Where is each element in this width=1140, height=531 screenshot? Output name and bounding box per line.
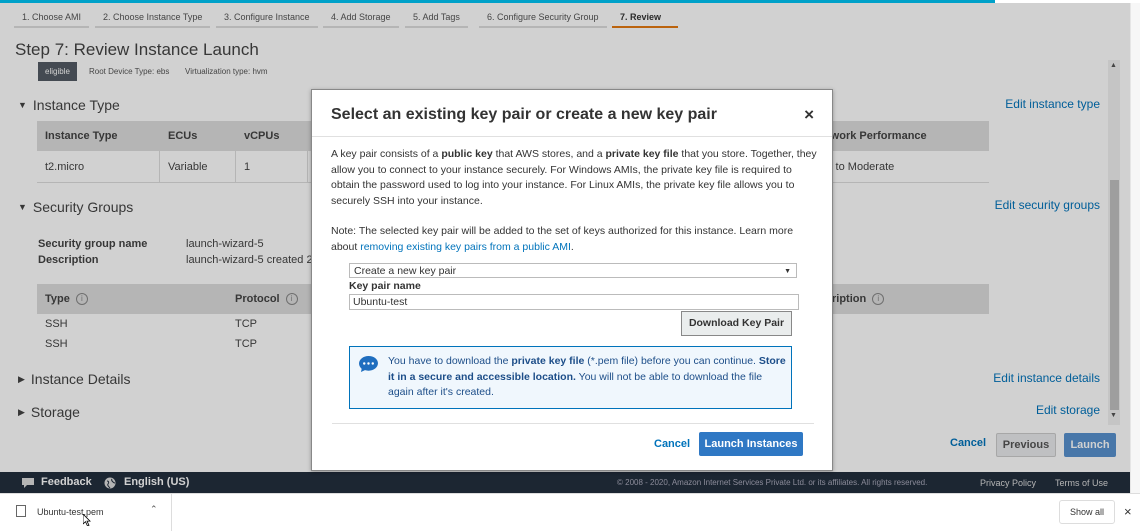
modal-divider <box>312 136 832 137</box>
text-fragment: that AWS stores, and a <box>492 148 606 160</box>
key-pair-modal: Select an existing key pair or create a … <box>311 89 833 471</box>
modal-footer-divider <box>332 423 814 424</box>
launch-instances-button[interactable]: Launch Instances <box>699 432 803 456</box>
text-fragment: . <box>570 240 574 253</box>
download-warning-text: You have to download the private key fil… <box>388 354 788 401</box>
select-value: Create a new key pair <box>354 265 457 277</box>
modal-cancel-button[interactable]: Cancel <box>654 438 690 450</box>
key-pair-name-label: Key pair name <box>349 280 421 292</box>
key-pair-option-select[interactable]: Create a new key pair ▼ <box>349 263 797 278</box>
text-fragment-bold: private key file <box>511 355 585 367</box>
close-icon[interactable]: × <box>1124 504 1132 519</box>
key-pair-explanation: A key pair consists of a public key that… <box>331 147 817 209</box>
close-icon[interactable]: × <box>804 105 814 125</box>
mouse-cursor-icon <box>83 514 91 526</box>
text-fragment: You have to download the <box>388 355 512 367</box>
key-pair-name-input[interactable]: Ubuntu-test <box>349 294 799 310</box>
text-fragment: (*.pem file) before you can continue. <box>584 355 759 367</box>
download-file-name[interactable]: Ubuntu-test.pem <box>37 507 104 517</box>
downloads-bar: Ubuntu-test.pem ⌃ Show all × <box>0 493 1140 531</box>
download-key-pair-button[interactable]: Download Key Pair <box>681 311 792 336</box>
text-fragment-bold: private key file <box>605 148 679 160</box>
chevron-up-icon[interactable]: ⌃ <box>150 504 158 515</box>
chat-bubble-icon <box>359 355 378 373</box>
dropdown-arrow-icon: ▼ <box>784 268 791 275</box>
window-scrollbar[interactable] <box>1130 3 1140 493</box>
text-fragment-bold: public key <box>441 148 493 160</box>
file-icon <box>16 505 26 517</box>
key-pair-note: Note: The selected key pair will be adde… <box>331 224 817 255</box>
download-warning-box: You have to download the private key fil… <box>349 346 792 409</box>
remove-key-pairs-link[interactable]: removing existing key pairs from a publi… <box>360 241 571 253</box>
modal-title: Select an existing key pair or create a … <box>331 106 717 123</box>
text-fragment: A key pair consists of a <box>331 148 442 160</box>
show-all-downloads-button[interactable]: Show all <box>1059 500 1115 524</box>
